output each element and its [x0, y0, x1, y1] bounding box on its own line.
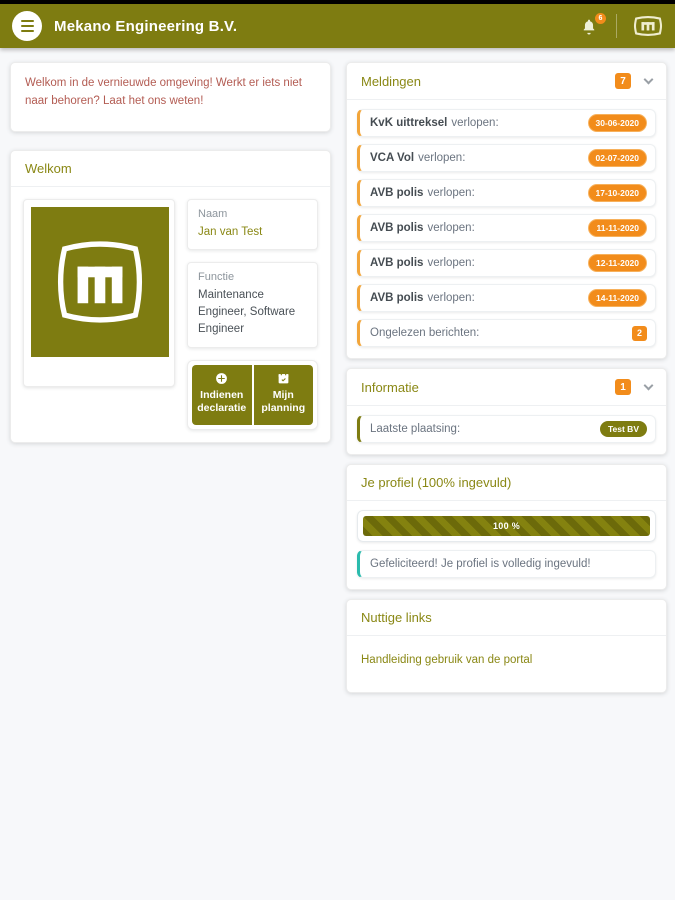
hamburger-menu-button[interactable]	[12, 11, 42, 41]
naam-card: Naam Jan van Test	[187, 198, 318, 250]
app-bar: Mekano Engineering B.V. 6	[0, 4, 675, 48]
welcome-alert-card: Welkom in de vernieuwde omgeving! Werkt …	[10, 62, 331, 132]
plaatsing-badge: Test BV	[599, 421, 647, 437]
notification-item[interactable]: VCA Vol verlopen: 02-07-2020	[357, 144, 656, 172]
laatste-plaatsing-item[interactable]: Laatste plaatsing: Test BV	[357, 415, 656, 443]
notification-item[interactable]: AVB polis verlopen: 12-11-2020	[357, 249, 656, 277]
functie-label: Functie	[198, 270, 235, 283]
welkom-card-header: Welkom	[11, 151, 330, 187]
informatie-count-badge: 1	[615, 379, 631, 395]
welcome-alert-text: Welkom in de vernieuwde omgeving! Werkt …	[25, 77, 302, 107]
unread-count-badge: 2	[632, 325, 647, 341]
profile-complete-message: Gefeliciteerd! Je profiel is volledig in…	[357, 550, 656, 578]
indienen-declaratie-button[interactable]: Indienen declaratie	[192, 364, 252, 425]
handleiding-portal-link[interactable]: Handleiding gebruik van de portal	[361, 654, 532, 666]
left-column: Welkom in de vernieuwde omgeving! Werkt …	[10, 62, 331, 443]
progress-bar: 100 %	[363, 516, 650, 536]
calendar-icon	[278, 372, 289, 383]
meldingen-header: Meldingen 7	[347, 63, 666, 100]
nuttige-links-title: Nuttige links	[361, 610, 432, 625]
appbar-divider	[616, 14, 617, 38]
notification-item[interactable]: KvK uittreksel verlopen: 30-06-2020	[357, 109, 656, 137]
notification-item[interactable]: AVB polis verlopen: 11-11-2020	[357, 214, 656, 242]
notifications-bell-button[interactable]: 6	[580, 13, 606, 37]
meldingen-count-badge: 7	[615, 73, 631, 89]
date-badge: 14-11-2020	[587, 289, 647, 307]
profile-progress: 100 %	[357, 510, 656, 542]
notification-item[interactable]: AVB polis verlopen: 17-10-2020	[357, 179, 656, 207]
profiel-header: Je profiel (100% ingevuld)	[347, 465, 666, 501]
notification-item[interactable]: AVB polis verlopen: 14-11-2020	[357, 284, 656, 312]
functie-card: Functie Maintenance Engineer, Software E…	[187, 261, 318, 348]
naam-label: Naam	[198, 207, 228, 220]
profile-photo-card	[23, 198, 175, 387]
informatie-header: Informatie 1	[347, 369, 666, 406]
plus-circle-icon	[216, 372, 228, 384]
date-badge: 30-06-2020	[587, 114, 647, 132]
meldingen-title: Meldingen	[361, 73, 421, 89]
functie-value: Maintenance Engineer, Software Engineer	[198, 288, 296, 336]
welkom-title: Welkom	[25, 160, 72, 176]
date-badge: 12-11-2020	[587, 254, 647, 272]
bell-badge: 6	[595, 13, 606, 24]
unread-messages-item[interactable]: Ongelezen berichten: 2	[357, 319, 656, 347]
mijn-planning-button[interactable]: Mijn planning	[253, 364, 313, 425]
quick-actions-card: Indienen declaratie Mijn planning	[187, 359, 318, 430]
chevron-down-icon[interactable]	[643, 380, 654, 390]
profiel-title: Je profiel (100% ingevuld)	[361, 475, 512, 490]
profile-photo	[31, 206, 169, 357]
informatie-title: Informatie	[361, 379, 419, 395]
nuttige-links-card: Nuttige links Handleiding gebruik van de…	[346, 599, 667, 693]
app-title: Mekano Engineering B.V.	[54, 17, 238, 35]
date-badge: 11-11-2020	[588, 219, 647, 237]
nuttige-links-header: Nuttige links	[347, 600, 666, 636]
main-content: Welkom in de vernieuwde omgeving! Werkt …	[0, 48, 675, 702]
chevron-down-icon[interactable]	[643, 74, 654, 84]
date-badge: 02-07-2020	[587, 149, 647, 167]
date-badge: 17-10-2020	[587, 184, 647, 202]
profiel-card: Je profiel (100% ingevuld) 100 % Gefelic…	[346, 464, 667, 590]
informatie-card: Informatie 1 Laatste plaatsing: Test BV	[346, 368, 667, 455]
naam-value-link[interactable]: Jan van Test	[198, 224, 307, 241]
mekano-logo-icon	[58, 241, 142, 323]
meldingen-card: Meldingen 7 KvK uittreksel verlopen: 30-0…	[346, 62, 667, 359]
hamburger-icon	[20, 20, 34, 22]
mekano-logo-icon[interactable]	[633, 15, 663, 37]
welkom-card: Welkom Naam Jan van Test Functie Mainten…	[10, 149, 331, 443]
right-column: Meldingen 7 KvK uittreksel verlopen: 30-0…	[346, 62, 667, 702]
